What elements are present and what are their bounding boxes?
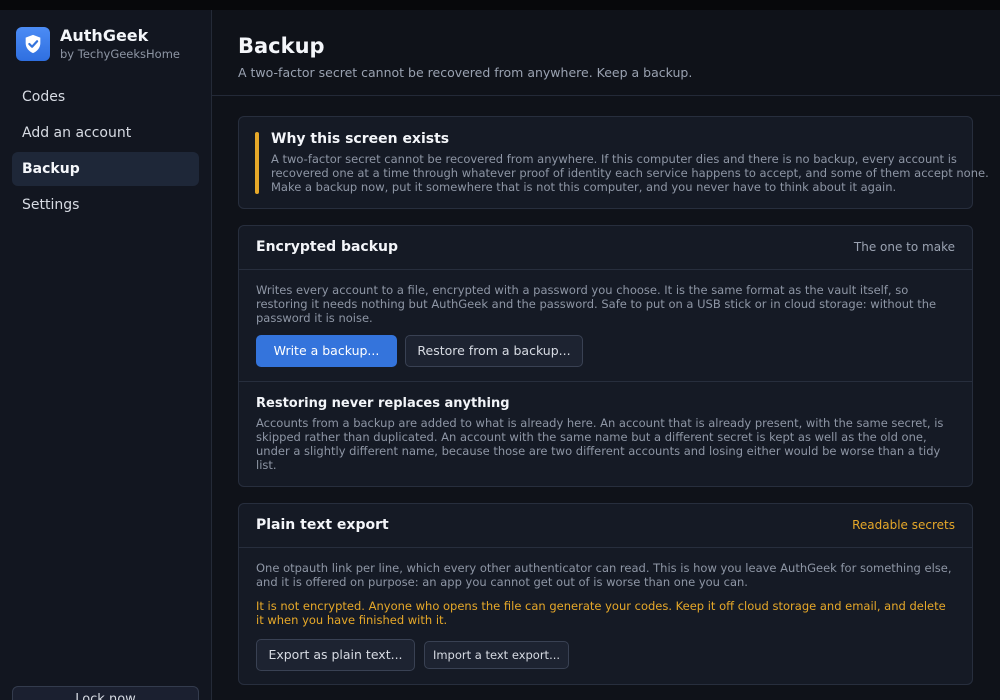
sidebar-item-add-account[interactable]: Add an account [12, 116, 199, 150]
card-tag: The one to make [853, 240, 955, 254]
export-plain-text-button[interactable]: Export as plain text... [256, 639, 415, 671]
page-header: Backup A two-factor secret cannot be rec… [212, 10, 1000, 96]
app-name: AuthGeek [60, 26, 149, 45]
restore-note-text: Accounts from a backup are added to what… [256, 416, 944, 472]
window-top-bar [0, 0, 1000, 10]
brand: AuthGeek by TechyGeeksHome [16, 27, 180, 61]
divider [239, 381, 972, 382]
page-subtitle: A two-factor secret cannot be recovered … [238, 65, 693, 80]
import-text-export-button[interactable]: Import a text export... [424, 641, 569, 669]
write-backup-button[interactable]: Write a backup... [256, 335, 397, 367]
restore-backup-button[interactable]: Restore from a backup... [405, 335, 583, 367]
sidebar-item-codes[interactable]: Codes [12, 80, 199, 114]
encrypted-backup-card: Encrypted backup The one to make Writes … [238, 225, 973, 487]
card-header: Encrypted backup The one to make [239, 226, 972, 270]
card-title: Encrypted backup [256, 239, 399, 255]
lock-now-button[interactable]: Lock now [12, 686, 199, 700]
sidebar-nav: Codes Add an account Backup Settings [12, 80, 199, 224]
restore-note-title: Restoring never replaces anything [256, 396, 510, 411]
callout-title: Why this screen exists [271, 131, 450, 147]
sidebar: AuthGeek by TechyGeeksHome Codes Add an … [0, 10, 212, 700]
unencrypted-warning: It is not encrypted. Anyone who opens th… [256, 599, 946, 627]
card-description: Writes every account to a file, encrypte… [256, 283, 937, 325]
main-content: Backup A two-factor secret cannot be rec… [212, 10, 1000, 700]
card-tag-warning: Readable secrets [852, 518, 955, 532]
card-description: One otpauth link per line, which every o… [256, 561, 952, 589]
callout-accent-bar [255, 132, 259, 194]
callout-text: A two-factor secret cannot be recovered … [271, 152, 989, 194]
sidebar-item-backup[interactable]: Backup [12, 152, 199, 186]
card-title: Plain text export [256, 517, 389, 533]
plain-text-export-card: Plain text export Readable secrets One o… [238, 503, 973, 685]
page-title: Backup [238, 34, 325, 58]
sidebar-item-settings[interactable]: Settings [12, 188, 199, 222]
app-publisher: by TechyGeeksHome [60, 47, 180, 61]
why-this-screen-callout: Why this screen exists A two-factor secr… [238, 116, 989, 209]
card-header: Plain text export Readable secrets [239, 504, 972, 548]
shield-check-icon [16, 27, 50, 61]
